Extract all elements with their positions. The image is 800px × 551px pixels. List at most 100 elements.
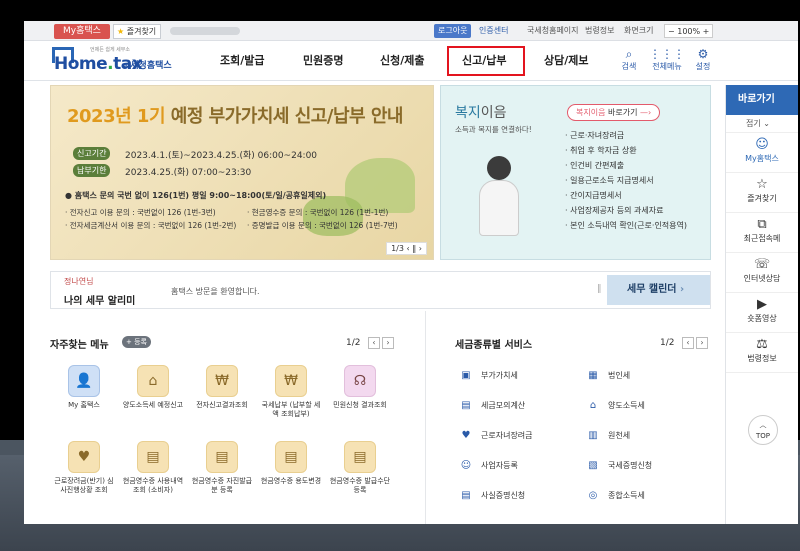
house-icon: ⌂	[137, 365, 169, 397]
tax-item-child-credit[interactable]: ♥ 근로자녀장려금	[458, 430, 533, 444]
heart-hand-icon: ♥	[68, 441, 100, 473]
quick-item-earned-income[interactable]: ♥ 근로장려금(반기) 심사진행상황 조회	[53, 441, 115, 495]
cert-center-link[interactable]: 인증센터	[479, 24, 508, 38]
sidebar-item-consult[interactable]: ☏ 인터넷상담	[726, 253, 798, 293]
welfare-item[interactable]: 인건비 간편제출	[565, 158, 687, 173]
welfare-panel[interactable]: 복지이음 소득과 복지를 연결하다! 복지이음 바로가기 —› 근로·자녀장려금…	[440, 85, 711, 260]
sidebar-item-label: 최근접속메	[743, 234, 781, 243]
quick-item-receipt-history[interactable]: ▤ 현금영수증 사용내역조회 (소비자)	[122, 441, 184, 495]
sidebar-item-shortform[interactable]: ▶ 숏폼영상	[726, 293, 798, 333]
quick-item-petition-result[interactable]: ☊ 민원신청 결과조회	[329, 365, 391, 410]
tax-item-label: 법인세	[608, 371, 631, 380]
banner-title-b: 예정 부가가치세 신고/납부 안내	[170, 106, 404, 127]
nts-home-link[interactable]: 국세청홈페이지	[527, 24, 579, 38]
quick-item-label: 근로장려금(반기) 심사진행상황 조회	[54, 477, 114, 494]
welfare-title-a: 복지	[455, 105, 481, 121]
tax-item-fact-cert[interactable]: ▤ 사실증명신청	[458, 490, 525, 504]
tax-item-certificate[interactable]: ▧ 국세증명신청	[585, 460, 652, 474]
gavel-icon: ⚖	[756, 337, 768, 352]
vat-banner[interactable]: 2023년 1기 예정 부가가치세 신고/납부 안내 신고기간 2023.4.1…	[50, 85, 434, 260]
chevron-right-icon[interactable]: ›	[382, 337, 394, 349]
tax-item-income[interactable]: ◎ 종합소득세	[585, 490, 645, 504]
recent-icon: ⧉	[757, 217, 767, 232]
quick-pager: 1/2	[346, 338, 361, 348]
nav-report-payment[interactable]: 신고/납부	[462, 52, 507, 68]
search-button[interactable]: ⌕ 검색	[614, 47, 644, 72]
tax-item-corporate[interactable]: ▦ 법인세	[585, 370, 630, 384]
scroll-top-button[interactable]: ︿ TOP	[748, 415, 778, 445]
tax-type-title: 세금종류별 서비스	[455, 340, 533, 351]
sidebar-item-label: 즐겨찾기	[747, 194, 777, 203]
myhome-tab[interactable]: My홈택스	[54, 24, 110, 39]
tax-item-label: 원천세	[608, 431, 631, 440]
logout-button[interactable]: 로그아웃	[434, 24, 472, 38]
tax-item-label: 사업자등록	[481, 461, 518, 470]
moneybag-icon: ₩	[275, 365, 307, 397]
logo-subtitle: 국세청홈택스	[122, 61, 172, 71]
nav-inquiry[interactable]: 조회/발급	[220, 52, 265, 68]
tax-item-business-reg[interactable]: ☺ 사업자등록	[458, 460, 518, 474]
quick-item-transfer[interactable]: ⌂ 양도소득세 예정신고	[122, 365, 184, 410]
welfare-button-a: 복지이음	[576, 108, 606, 117]
sidebar-item-favorites[interactable]: ☆ 즐겨찾기	[726, 173, 798, 213]
zoom-control[interactable]: − 100% +	[664, 24, 714, 38]
tax-calendar-button[interactable]: 세무 캘린더 ›	[607, 275, 710, 305]
tax-item-label: 세금모의계산	[481, 401, 526, 410]
welcome-message: 홈택스 방문을 환영합니다.	[171, 287, 260, 296]
welfare-item[interactable]: 일용근로소득 지급명세서	[565, 173, 687, 188]
quick-link-sidebar: 바로가기 접기 ⌄ ☺ My홈택스 ☆ 즐겨찾기 ⧉ 최근접속메 ☏ 인터넷상담 ▶ 숏폼…	[725, 85, 798, 524]
quick-item-receipt-usage[interactable]: ▤ 현금영수증 용도변경	[260, 441, 322, 486]
chevron-right-icon[interactable]: ›	[696, 337, 708, 349]
welfare-item[interactable]: 본인 소득내역 확인(근로·인적용역)	[565, 218, 687, 233]
welfare-item[interactable]: 취업 후 학자금 상환	[565, 143, 687, 158]
quick-item-label: 전자신고결과조회	[196, 401, 248, 409]
welfare-item[interactable]: 근로·자녀장려금	[565, 128, 687, 143]
gear-icon: ⚙	[697, 47, 709, 61]
zoom-value: 100%	[677, 27, 701, 36]
chevron-left-icon[interactable]: ‹	[682, 337, 694, 349]
star-icon: ★	[117, 27, 125, 36]
settings-button[interactable]: ⚙ 설정	[688, 47, 718, 72]
screen-size-label: 화면크기	[624, 26, 654, 35]
sidebar-item-law[interactable]: ⚖ 법령정보	[726, 333, 798, 373]
nav-certificate[interactable]: 민원증명	[303, 52, 343, 68]
quick-add-button[interactable]: + 등록	[122, 336, 151, 348]
tax-item-label: 사실증명신청	[481, 491, 526, 500]
sidebar-item-recent[interactable]: ⧉ 최근접속메	[726, 213, 798, 253]
chevron-right-icon: ›	[679, 284, 685, 295]
tax-item-simulation[interactable]: ▤ 세금모의계산	[458, 400, 525, 414]
sidebar-fold-button[interactable]: 접기 ⌄	[726, 115, 798, 133]
quick-item-receipt-self[interactable]: ▤ 현금영수증 자진발급분 등록	[191, 441, 253, 495]
all-menu-button[interactable]: ⋮⋮⋮ 전체메뉴	[649, 47, 685, 72]
quick-item-receipt-means[interactable]: ▤ 현금영수증 발급수단 등록	[329, 441, 391, 495]
file-icon: ▤	[461, 490, 471, 501]
banner-pager[interactable]: 1/3 ‹ ‖ ›	[386, 242, 427, 255]
tax-calendar-label: 세무 캘린더	[627, 284, 677, 295]
tax-type-section: 세금종류별 서비스 1/2 ‹ › ▣ 부가가치세 ▦ 법인세 ▤ 세금모의계산 ⌂ 양…	[430, 321, 720, 524]
welfare-go-button[interactable]: 복지이음 바로가기 —›	[567, 104, 661, 121]
quick-item-myhometax[interactable]: 👤 My 홈택스	[53, 365, 115, 410]
tax-item-withholding[interactable]: ▥ 원천세	[585, 430, 630, 444]
nav-application[interactable]: 신청/제출	[380, 52, 425, 68]
welfare-item[interactable]: 사업장제공자 등의 과세자료	[565, 203, 687, 218]
document-icon: ₩	[206, 365, 238, 397]
quick-item-e-filing-result[interactable]: ₩ 전자신고결과조회	[191, 365, 253, 410]
user-icon: 👤	[68, 365, 100, 397]
tax-item-label: 근로자녀장려금	[481, 431, 533, 440]
welfare-item[interactable]: 간이지급명세서	[565, 188, 687, 203]
coins-icon: ◎	[588, 490, 598, 501]
tax-item-transfer[interactable]: ⌂ 양도소득세	[585, 400, 645, 414]
quick-item-tax-payment[interactable]: ₩ 국세납부 (납부할 세액 조회납부)	[260, 365, 322, 419]
top-label: TOP	[755, 432, 770, 440]
quick-item-label: 현금영수증 자진발급분 등록	[191, 477, 253, 494]
pause-icon[interactable]: ‖	[597, 284, 602, 294]
favorites-button[interactable]: ★ 즐겨찾기	[113, 24, 161, 39]
banner-info-main: ● 홈택스 문의 국번 없이 126(1번) 평일 9:00~18:00(토/일…	[65, 191, 327, 200]
tax-item-vat[interactable]: ▣ 부가가치세	[458, 370, 518, 384]
law-info-link[interactable]: 법령정보	[585, 24, 614, 38]
sidebar-item-myhometax[interactable]: ☺ My홈택스	[726, 133, 798, 173]
receipt-icon: ▤	[206, 441, 238, 473]
nav-consult[interactable]: 상담/제보	[544, 52, 589, 68]
chevron-left-icon[interactable]: ‹	[368, 337, 380, 349]
banner-pager-count: 1/3	[391, 244, 404, 253]
